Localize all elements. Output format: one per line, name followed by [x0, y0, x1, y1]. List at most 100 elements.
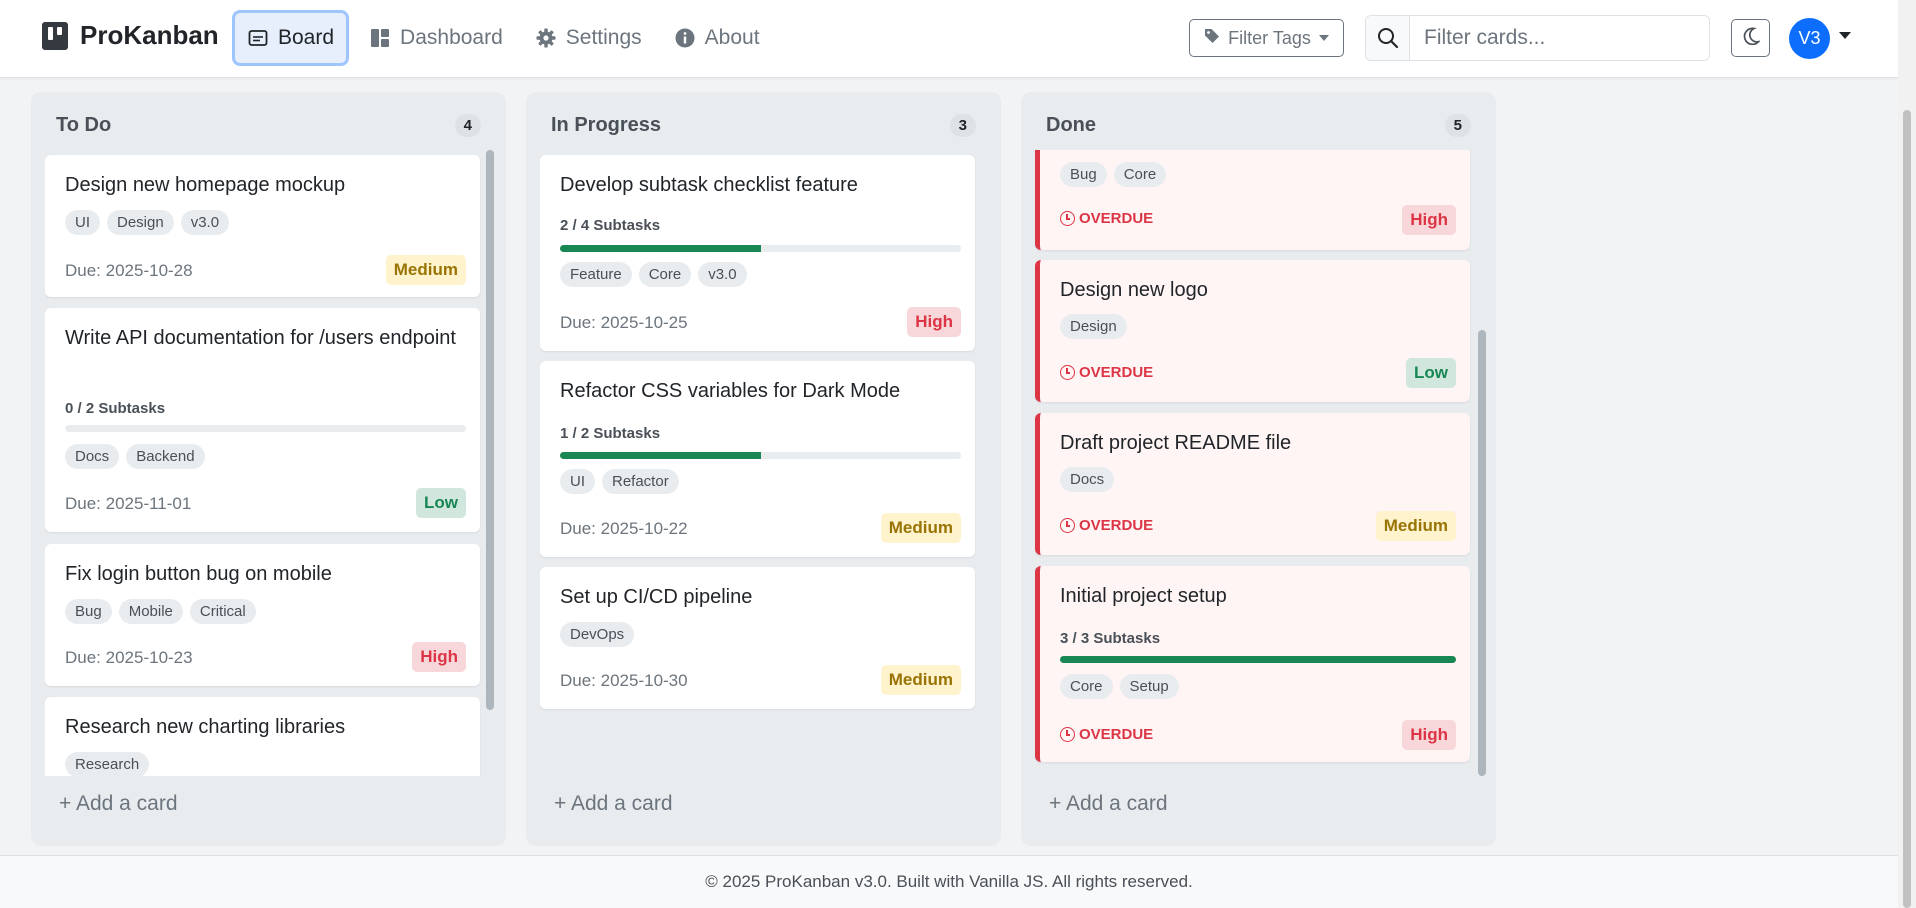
column-header: In Progress 3	[551, 110, 976, 140]
tag: Research	[65, 752, 150, 776]
priority-badge: Low	[416, 488, 466, 518]
card-title: Draft project README file	[1060, 432, 1292, 454]
card-tags: Feature Core v3.0	[560, 262, 747, 287]
subtask-progress-bar	[1060, 656, 1456, 663]
tag-icon	[1204, 28, 1220, 49]
priority-badge: High	[907, 307, 961, 337]
card[interactable]: Refactor CSS variables for Dark Mode 1 /…	[540, 361, 975, 557]
tag: Critical	[189, 599, 256, 624]
card-title: Fix login button bug on mobile	[65, 563, 332, 585]
nav-link-settings[interactable]: Settings	[523, 10, 654, 66]
nav-link-label: About	[704, 26, 760, 49]
priority-badge: Medium	[880, 513, 961, 543]
card[interactable]: Set up CI/CD pipeline DevOps Due: 2025-1…	[540, 567, 975, 709]
card-tags: UI Design v3.0	[65, 210, 230, 235]
card[interactable]: Fix login button bug on mobile Bug Mobil…	[45, 544, 480, 686]
overdue-indicator: OVERDUE	[1060, 364, 1153, 381]
nav-link-about[interactable]: About	[662, 10, 772, 66]
column-title: Done	[1046, 113, 1096, 136]
card-tags: Core Setup	[1060, 674, 1179, 699]
search-input[interactable]	[1410, 16, 1709, 60]
column-scrollbar[interactable]	[1478, 330, 1486, 776]
card-tags: Bug Mobile Critical	[65, 599, 256, 624]
search-icon	[1366, 16, 1410, 60]
card-tags: Bug Core	[1060, 162, 1167, 187]
nav-link-board[interactable]: Board	[232, 10, 350, 66]
card-tags: DevOps	[560, 622, 635, 647]
subtasks-label: 1 / 2 Subtasks	[560, 425, 661, 442]
filter-tags-button[interactable]: Filter Tags	[1189, 19, 1344, 57]
tag: UI	[560, 469, 595, 494]
tag: DevOps	[560, 622, 635, 647]
overdue-label: OVERDUE	[1079, 517, 1154, 534]
nav-link-dashboard[interactable]: Dashboard	[357, 10, 515, 66]
card-tags: Research	[65, 752, 150, 776]
kanban-logo-icon	[42, 21, 68, 50]
card-count-badge: 4	[454, 113, 481, 137]
clock-icon	[1060, 365, 1075, 380]
card-title: Develop subtask checklist feature	[560, 174, 858, 196]
column-header: To Do 4	[56, 110, 481, 140]
card[interactable]: Research new charting libraries Research	[45, 697, 480, 776]
priority-badge: Low	[1406, 358, 1456, 388]
tag: Docs	[1060, 467, 1115, 492]
column-scrollbar[interactable]	[486, 150, 494, 710]
subtask-progress-bar	[65, 425, 466, 432]
info-icon	[674, 27, 696, 49]
tag: Mobile	[118, 599, 183, 624]
card-count-badge: 3	[949, 113, 976, 137]
tag: v3.0	[698, 262, 747, 287]
card-title: Design new homepage mockup	[65, 174, 346, 196]
page-scrollbar[interactable]	[1898, 0, 1916, 908]
tag: UI	[65, 210, 100, 235]
card[interactable]: Write API documentation for /users endpo…	[45, 308, 480, 532]
subtask-progress-bar	[560, 452, 961, 459]
tag: v3.0	[180, 210, 230, 235]
brand-name: ProKanban	[80, 20, 219, 50]
card[interactable]: Design new logo Design OVERDUE Low	[1035, 260, 1470, 402]
column-cards: Bug Core OVERDUE High Design new logo De…	[1035, 150, 1472, 776]
card-tags: Docs Backend	[65, 444, 205, 469]
avatar[interactable]: V3	[1789, 18, 1830, 59]
due-date: Due: 2025-10-25	[560, 313, 688, 332]
card-title: Set up CI/CD pipeline	[560, 586, 753, 608]
add-card-button[interactable]: + Add a card	[1049, 792, 1168, 816]
due-date: Due: 2025-10-28	[65, 261, 193, 280]
card-title: Refactor CSS variables for Dark Mode	[560, 380, 901, 402]
tag: Docs	[65, 444, 120, 469]
column-title: In Progress	[551, 113, 662, 136]
priority-badge: Medium	[385, 255, 466, 285]
page-scrollbar-thumb[interactable]	[1903, 110, 1911, 908]
card[interactable]: Bug Core OVERDUE High	[1035, 150, 1470, 250]
card[interactable]: Develop subtask checklist feature 2 / 4 …	[540, 155, 975, 351]
card-title: Research new charting libraries	[65, 716, 346, 738]
chevron-down-icon[interactable]	[1839, 32, 1851, 39]
tag: Refactor	[602, 469, 679, 494]
card[interactable]: Draft project README file Docs OVERDUE M…	[1035, 413, 1470, 555]
add-card-button[interactable]: + Add a card	[59, 792, 178, 816]
card-title: Write API documentation for /users endpo…	[65, 327, 456, 349]
search-group	[1365, 15, 1710, 61]
subtask-progress-bar	[560, 245, 961, 252]
tag: Bug	[1060, 162, 1107, 187]
nav-link-label: Board	[278, 26, 335, 49]
priority-badge: Medium	[880, 665, 961, 695]
theme-toggle-button[interactable]	[1731, 19, 1770, 57]
tag: Design	[107, 210, 174, 235]
due-date: Due: 2025-11-01	[65, 494, 192, 513]
column-title: To Do	[56, 113, 112, 136]
card[interactable]: Design new homepage mockup UI Design v3.…	[45, 155, 480, 297]
nav-link-label: Dashboard	[400, 26, 503, 49]
priority-badge: High	[412, 642, 466, 672]
add-card-button[interactable]: + Add a card	[554, 792, 673, 816]
due-date: Due: 2025-10-30	[560, 671, 688, 690]
footer-text: © 2025 ProKanban v3.0. Built with Vanill…	[705, 872, 1193, 891]
column-todo: To Do 4 Design new homepage mockup UI De…	[31, 92, 506, 846]
brand[interactable]: ProKanban	[42, 20, 219, 51]
card[interactable]: Initial project setup 3 / 3 Subtasks Cor…	[1035, 566, 1470, 762]
dashboard-icon	[369, 27, 391, 49]
card-tags: UI Refactor	[560, 469, 679, 494]
tag: Core	[638, 262, 692, 287]
clock-icon	[1060, 727, 1075, 742]
gear-icon	[535, 27, 557, 49]
